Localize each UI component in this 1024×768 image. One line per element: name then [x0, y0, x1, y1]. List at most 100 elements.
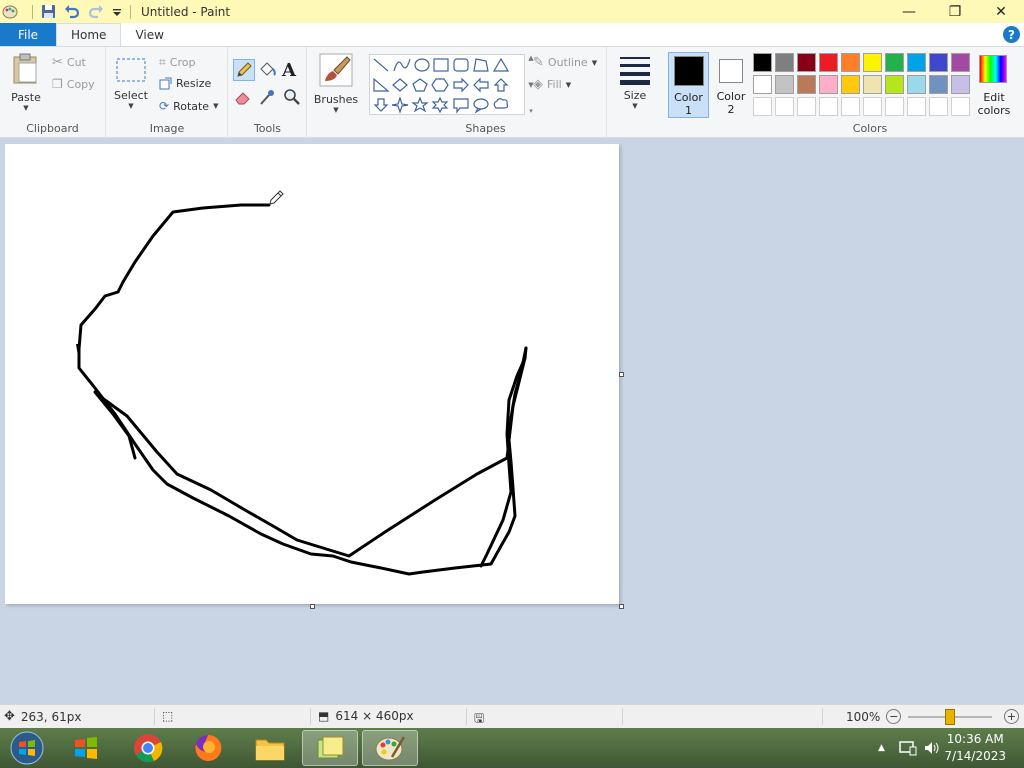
- palette-swatch[interactable]: [841, 53, 860, 72]
- palette-swatch[interactable]: [819, 97, 838, 116]
- close-button[interactable]: ✕: [978, 0, 1024, 23]
- zoom-in-icon[interactable]: +: [1004, 709, 1019, 724]
- five-point-star-shape-icon[interactable]: [411, 96, 429, 113]
- expand-gallery-icon[interactable]: ▾: [529, 107, 533, 115]
- palette-swatch[interactable]: [819, 53, 838, 72]
- cloud-callout-shape-icon[interactable]: [493, 98, 509, 109]
- select-button[interactable]: Select ▼: [111, 57, 151, 110]
- eraser-tool-button[interactable]: [233, 87, 255, 109]
- paste-button[interactable]: Paste ▼: [6, 53, 46, 112]
- palette-swatch[interactable]: [863, 53, 882, 72]
- zoom-slider[interactable]: [908, 709, 992, 725]
- help-icon[interactable]: ?: [1003, 26, 1020, 43]
- diamond-shape-icon[interactable]: [392, 78, 408, 92]
- rounded-rectangle-shape-icon[interactable]: [453, 58, 469, 72]
- palette-swatch[interactable]: [907, 97, 926, 116]
- cut-button[interactable]: ✂ Cut: [52, 55, 86, 70]
- text-tool-button[interactable]: A: [282, 60, 304, 82]
- rotate-dropdown-caret[interactable]: ▼: [213, 102, 218, 110]
- save-icon[interactable]: [41, 4, 56, 19]
- four-point-star-shape-icon[interactable]: [391, 96, 409, 114]
- palette-swatch[interactable]: [929, 53, 948, 72]
- palette-swatch[interactable]: [775, 75, 794, 94]
- left-arrow-shape-icon[interactable]: [473, 77, 489, 93]
- taskbar-paint[interactable]: [362, 730, 418, 766]
- palette-swatch[interactable]: [797, 53, 816, 72]
- resize-handle-corner[interactable]: [619, 604, 624, 609]
- six-point-star-shape-icon[interactable]: [431, 96, 449, 114]
- tab-view[interactable]: View: [121, 23, 177, 46]
- palette-swatch[interactable]: [929, 75, 948, 94]
- customize-toolbar-icon[interactable]: [112, 6, 122, 18]
- oval-shape-icon[interactable]: [414, 58, 430, 72]
- palette-swatch[interactable]: [907, 75, 926, 94]
- polygon-shape-icon[interactable]: [473, 58, 489, 72]
- undo-icon[interactable]: [64, 4, 80, 19]
- palette-swatch[interactable]: [797, 75, 816, 94]
- fill-button[interactable]: ◈ Fill ▼: [533, 77, 571, 92]
- edit-colors-button[interactable]: Edit colors: [974, 53, 1014, 123]
- minimize-button[interactable]: —: [886, 0, 932, 23]
- rounded-callout-shape-icon[interactable]: [453, 98, 469, 114]
- palette-swatch[interactable]: [775, 53, 794, 72]
- hexagon-shape-icon[interactable]: [431, 78, 449, 92]
- outline-dropdown-caret[interactable]: ▼: [592, 59, 597, 67]
- palette-swatch[interactable]: [951, 75, 970, 94]
- brushes-dropdown-caret[interactable]: ▼: [333, 106, 338, 114]
- fill-dropdown-caret[interactable]: ▼: [566, 81, 571, 89]
- palette-swatch[interactable]: [841, 75, 860, 94]
- rectangle-shape-icon[interactable]: [433, 58, 449, 72]
- tab-home[interactable]: Home: [56, 23, 122, 46]
- palette-swatch[interactable]: [863, 97, 882, 116]
- up-arrow-shape-icon[interactable]: [493, 78, 509, 92]
- palette-swatch[interactable]: [819, 75, 838, 94]
- size-dropdown-caret[interactable]: ▼: [632, 102, 637, 110]
- fill-tool-button[interactable]: [257, 60, 279, 82]
- curve-shape-icon[interactable]: [393, 58, 411, 72]
- right-triangle-shape-icon[interactable]: [373, 77, 390, 92]
- copy-button[interactable]: ❐ Copy: [52, 77, 95, 91]
- palette-swatch[interactable]: [841, 97, 860, 116]
- palette-swatch[interactable]: [885, 53, 904, 72]
- taskbar-file-explorer[interactable]: [242, 730, 298, 766]
- palette-swatch[interactable]: [775, 97, 794, 116]
- pentagon-shape-icon[interactable]: [412, 78, 428, 92]
- palette-swatch[interactable]: [863, 75, 882, 94]
- resize-button[interactable]: Resize: [159, 77, 211, 90]
- down-arrow-shape-icon[interactable]: [373, 98, 389, 112]
- palette-swatch[interactable]: [753, 53, 772, 72]
- paste-dropdown-caret[interactable]: ▼: [23, 104, 28, 112]
- start-button[interactable]: [0, 730, 54, 766]
- size-button[interactable]: Size ▼: [613, 55, 657, 110]
- right-arrow-shape-icon[interactable]: [453, 77, 469, 93]
- zoom-slider-thumb[interactable]: [945, 709, 955, 725]
- oval-callout-shape-icon[interactable]: [473, 98, 489, 114]
- magnifier-tool-button[interactable]: [282, 87, 304, 109]
- pencil-tool-button[interactable]: [233, 59, 255, 81]
- outline-button[interactable]: ✎ Outline ▼: [533, 55, 597, 70]
- palette-swatch[interactable]: [951, 97, 970, 116]
- resize-handle-bottom[interactable]: [310, 604, 315, 609]
- palette-swatch[interactable]: [753, 97, 772, 116]
- palette-swatch[interactable]: [929, 97, 948, 116]
- taskbar-firefox[interactable]: [180, 730, 236, 766]
- palette-swatch[interactable]: [907, 53, 926, 72]
- drawing-canvas[interactable]: [5, 144, 619, 604]
- tab-file[interactable]: File: [0, 23, 56, 46]
- paint-app-icon[interactable]: [2, 4, 18, 20]
- palette-swatch[interactable]: [951, 53, 970, 72]
- rotate-button[interactable]: ⟳ Rotate ▼: [159, 99, 218, 113]
- palette-swatch[interactable]: [753, 75, 772, 94]
- brushes-button[interactable]: Brushes ▼: [310, 53, 362, 114]
- resize-handle-right[interactable]: [619, 372, 624, 377]
- crop-button[interactable]: ⌗ Crop: [159, 55, 195, 70]
- palette-swatch[interactable]: [885, 75, 904, 94]
- select-dropdown-caret[interactable]: ▼: [128, 102, 133, 110]
- line-shape-icon[interactable]: [373, 58, 389, 72]
- color-picker-tool-button[interactable]: [257, 87, 279, 109]
- taskbar-chrome[interactable]: [120, 730, 176, 766]
- volume-icon[interactable]: [923, 740, 941, 756]
- taskbar-windows-explorer[interactable]: [58, 730, 114, 766]
- redo-icon[interactable]: [88, 4, 104, 19]
- system-clock[interactable]: 10:36 AM 7/14/2023: [944, 731, 1006, 765]
